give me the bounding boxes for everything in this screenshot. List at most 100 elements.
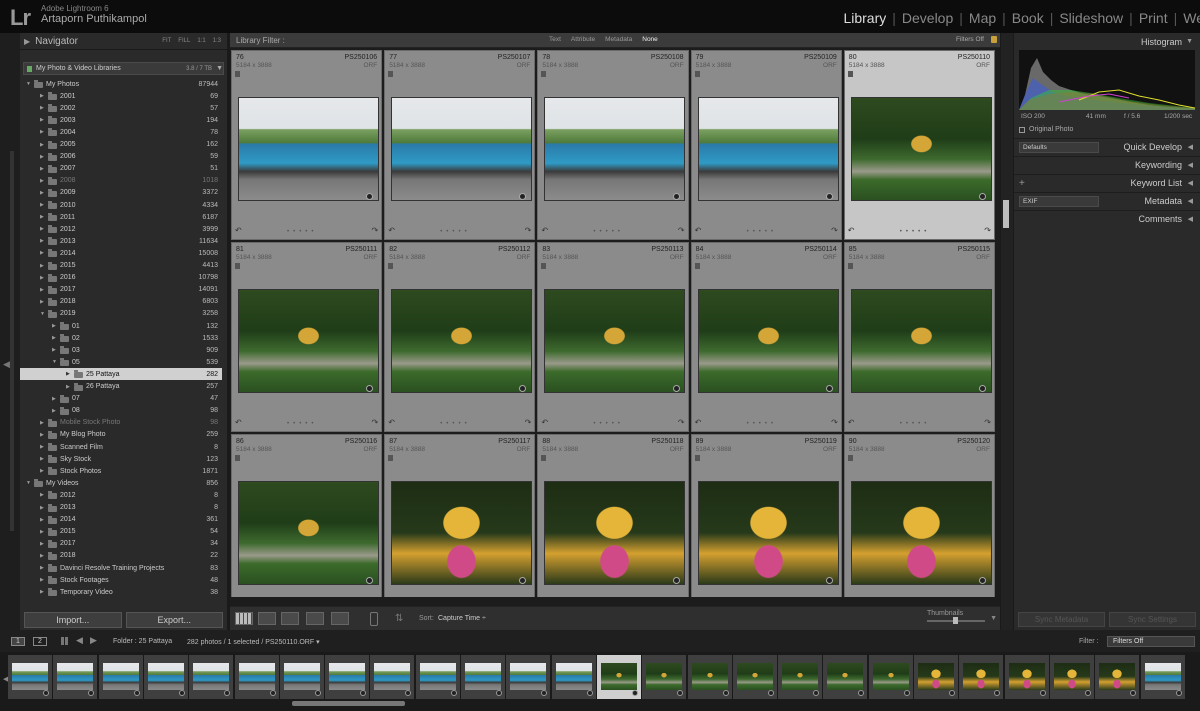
collapsed-triangle-icon[interactable]: ▶ xyxy=(40,287,46,293)
photo-thumbnail[interactable] xyxy=(391,97,533,201)
filmstrip-cell[interactable] xyxy=(778,655,823,699)
thumbnail-cell[interactable]: 78 PS250108 5184 x 3888 ORF ↶ ↷ ••••• xyxy=(537,50,689,240)
filmstrip-thumbnail[interactable] xyxy=(510,663,547,690)
filmstrip-thumbnail[interactable] xyxy=(1144,663,1181,690)
collapse-left-arrow-icon[interactable]: ◀ xyxy=(3,359,10,370)
thumbnail-size-slider-knob[interactable] xyxy=(952,617,958,624)
filmstrip-cell[interactable] xyxy=(868,655,913,699)
original-photo-checkbox[interactable] xyxy=(1019,127,1025,133)
filmstrip-cell[interactable] xyxy=(687,655,732,699)
collapsed-triangle-icon[interactable]: ▶ xyxy=(66,371,72,377)
thumbnail-cell[interactable]: 83 PS250113 5184 x 3888 ORF ↶ ↷ ••••• xyxy=(537,242,689,432)
edited-badge-icon[interactable] xyxy=(825,577,833,584)
expand-triangle-icon[interactable]: ◀ xyxy=(1188,161,1193,169)
flag-icon[interactable] xyxy=(847,263,853,269)
loupe-view-icon[interactable] xyxy=(258,612,276,625)
thumbnail-cell[interactable]: 80 PS250110 5184 x 3888 ORF ↶ ↷ ••••• xyxy=(843,50,995,240)
filter-option-none[interactable]: None xyxy=(639,36,661,43)
photo-thumbnail[interactable] xyxy=(544,289,686,393)
filmstrip-cell[interactable] xyxy=(53,655,98,699)
filmstrip-thumbnail[interactable] xyxy=(963,663,1000,690)
expand-triangle-icon[interactable]: ▶ xyxy=(24,37,30,46)
filmstrip-cell[interactable] xyxy=(1049,655,1094,699)
people-view-icon[interactable] xyxy=(331,612,349,625)
thumbnail-cell[interactable]: 85 PS250115 5184 x 3888 ORF ↶ ↷ ••••• xyxy=(843,242,995,432)
collapsed-triangle-icon[interactable]: ▶ xyxy=(40,529,46,535)
collapsed-triangle-icon[interactable]: ▶ xyxy=(52,347,58,353)
flag-icon[interactable] xyxy=(388,455,394,461)
photo-thumbnail[interactable] xyxy=(850,481,992,585)
thumbnail-cell[interactable]: 81 PS250111 5184 x 3888 ORF ↶ ↷ ••••• xyxy=(231,242,383,432)
navigator-zoom-1-1[interactable]: 1:1 xyxy=(197,38,205,44)
compare-view-icon[interactable] xyxy=(281,612,299,625)
collapsed-triangle-icon[interactable]: ▶ xyxy=(40,93,46,99)
folder-row[interactable]: ▶ 03 909 xyxy=(20,344,222,356)
module-library[interactable]: Library xyxy=(837,10,892,26)
rotate-left-icon[interactable]: ↶ xyxy=(235,418,242,427)
rotate-left-icon[interactable]: ↶ xyxy=(848,226,855,235)
back-arrow-icon[interactable]: ◀ xyxy=(76,635,83,646)
expand-triangle-icon[interactable]: ◀ xyxy=(1188,197,1193,205)
collapse-triangle-icon[interactable]: ▼ xyxy=(1186,38,1193,45)
filmstrip-thumbnail[interactable] xyxy=(646,663,683,690)
collapsed-triangle-icon[interactable]: ▶ xyxy=(40,178,46,184)
filmstrip-thumbnail[interactable] xyxy=(782,663,819,690)
metadata-preset-select[interactable]: EXIF xyxy=(1019,196,1099,207)
collapsed-triangle-icon[interactable]: ▶ xyxy=(40,117,46,123)
folder-row[interactable]: ▶ 2004 78 xyxy=(20,126,222,138)
folder-row[interactable]: ▶ 2003 194 xyxy=(20,114,222,126)
collapsed-triangle-icon[interactable]: ▶ xyxy=(40,250,46,256)
folder-row[interactable]: ▼ 05 539 xyxy=(20,356,222,368)
filmstrip-thumbnail[interactable] xyxy=(329,663,366,690)
star-rating[interactable]: ••••• xyxy=(287,421,318,427)
expand-triangle-icon[interactable]: ◀ xyxy=(1188,215,1193,223)
collapsed-triangle-icon[interactable]: ▶ xyxy=(52,335,58,341)
collapsed-triangle-icon[interactable]: ▶ xyxy=(40,299,46,305)
collapsed-triangle-icon[interactable]: ▶ xyxy=(40,517,46,523)
collapsed-triangle-icon[interactable]: ▶ xyxy=(40,154,46,160)
filter-option-text[interactable]: Text xyxy=(546,36,564,43)
flag-icon[interactable] xyxy=(847,455,853,461)
folder-row[interactable]: ▶ 2008 1018 xyxy=(20,175,222,187)
collapsed-triangle-icon[interactable]: ▶ xyxy=(52,323,58,329)
collapsed-triangle-icon[interactable]: ▶ xyxy=(66,384,72,390)
flag-icon[interactable] xyxy=(541,71,547,77)
painter-spray-can-icon[interactable] xyxy=(370,612,378,626)
rotate-left-icon[interactable]: ↶ xyxy=(388,226,395,235)
filmstrip-thumbnail[interactable] xyxy=(1099,663,1136,690)
collapsed-triangle-icon[interactable]: ▶ xyxy=(40,492,46,498)
edited-badge-icon[interactable] xyxy=(672,193,680,200)
filmstrip-cell[interactable] xyxy=(98,655,143,699)
thumbnail-cell[interactable]: 77 PS250107 5184 x 3888 ORF ↶ ↷ ••••• xyxy=(384,50,536,240)
filmstrip-cell[interactable] xyxy=(596,655,641,699)
folder-row[interactable]: ▶ 2006 59 xyxy=(20,151,222,163)
library-volume-header[interactable]: My Photo & Video Libraries 3.8 / 7 TB ▼ xyxy=(23,62,224,75)
filmstrip-thumbnail[interactable] xyxy=(736,663,773,690)
filmstrip-thumbnail[interactable] xyxy=(465,663,501,690)
grid-scrollbar[interactable] xyxy=(1001,33,1013,630)
comments-header[interactable]: Comments ◀ xyxy=(1014,210,1200,227)
filmstrip-thumbnail[interactable] xyxy=(918,663,954,690)
folder-row[interactable]: ▶ Temporary Video 38 xyxy=(20,586,222,598)
collapsed-triangle-icon[interactable]: ▶ xyxy=(40,166,46,172)
folder-row[interactable]: ▶ 2007 51 xyxy=(20,163,222,175)
sync-settings-button[interactable]: Sync Settings xyxy=(1109,612,1196,627)
thumbnail-cell[interactable]: 89PS2501195184 x 3888ORF↶↷••••• xyxy=(690,434,842,597)
collapsed-triangle-icon[interactable]: ▶ xyxy=(40,214,46,220)
volume-menu-icon[interactable]: ▼ xyxy=(216,65,223,72)
thumbnail-cell[interactable]: 90PS2501205184 x 3888ORF↶↷••••• xyxy=(843,434,995,597)
folder-row[interactable]: ▶ Davinci Resolve Training Projects 83 xyxy=(20,562,222,574)
star-rating[interactable]: ••••• xyxy=(747,229,778,235)
folder-row[interactable]: ▶ 2014 15008 xyxy=(20,247,222,259)
filmstrip-cell[interactable] xyxy=(959,655,1004,699)
flag-icon[interactable] xyxy=(541,263,547,269)
filmstrip-thumbnail[interactable] xyxy=(600,663,637,690)
folder-row[interactable]: ▶ My Blog Photo 259 xyxy=(20,429,222,441)
folder-row[interactable]: ▼ My Videos 856 xyxy=(20,477,222,489)
filmstrip-source[interactable]: Folder : 25 Pattaya xyxy=(113,638,172,645)
flag-icon[interactable] xyxy=(388,263,394,269)
star-rating[interactable]: ••••• xyxy=(593,229,624,235)
collapsed-triangle-icon[interactable]: ▶ xyxy=(40,456,46,462)
folder-row[interactable]: ▶ 25 Pattaya 282 xyxy=(20,368,222,381)
photo-thumbnail[interactable] xyxy=(850,97,992,201)
